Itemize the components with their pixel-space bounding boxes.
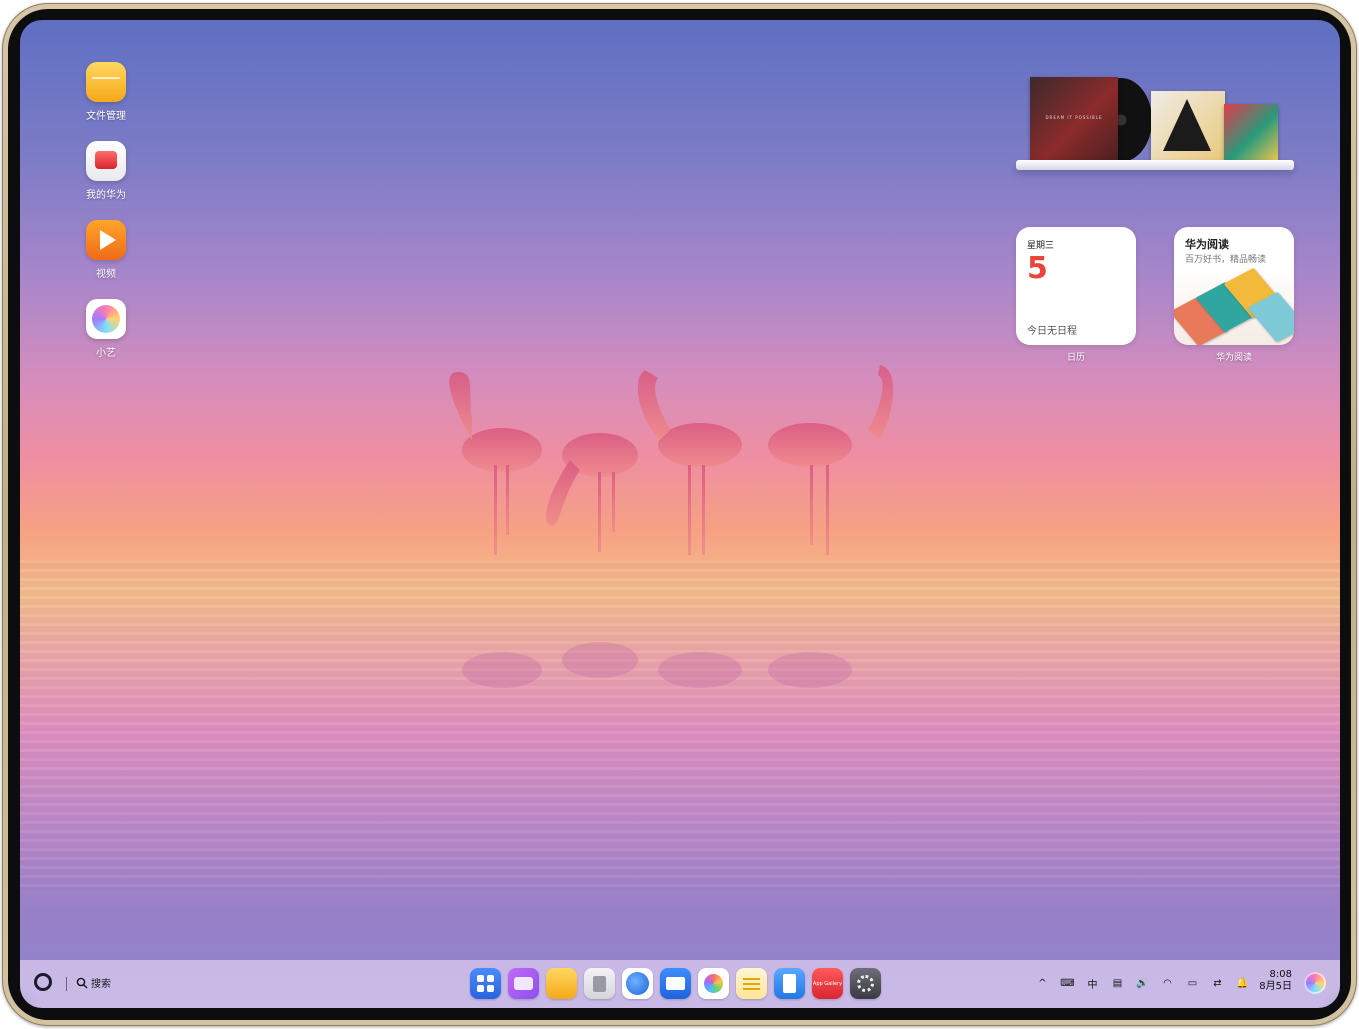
app-label: 视频	[96, 269, 116, 280]
clock-date: 8月5日	[1259, 981, 1292, 992]
multitask-icon[interactable]	[508, 968, 539, 999]
search-label: 搜索	[91, 979, 111, 990]
album-cover-3[interactable]	[1224, 104, 1278, 162]
control-center-icon[interactable]: ⇄	[1210, 978, 1225, 989]
taskbar-divider	[66, 977, 67, 991]
calendar-empty-text: 今日无日程	[1027, 326, 1077, 337]
album-cover-main[interactable]: DREAM IT POSSIBLE	[1030, 77, 1118, 163]
desktop-app-my-huawei[interactable]: 我的华为	[64, 141, 148, 201]
album-cover-2[interactable]	[1151, 91, 1225, 162]
app-label: 文件管理	[86, 111, 126, 122]
wifi-icon[interactable]: ◠	[1160, 978, 1175, 989]
taskbar-area: 搜索 App Gallery ^ ⌨ 中 ▤ 🔊 ◠ ▭ ⇄ 🔔 8:08 8月…	[20, 960, 1340, 1008]
reading-title: 华为阅读	[1185, 238, 1229, 251]
xiaoyi-assistant-icon[interactable]	[1304, 972, 1326, 994]
notes-icon[interactable]	[736, 968, 767, 999]
desktop-app-video[interactable]: 视频	[64, 220, 148, 280]
dock: App Gallery	[470, 968, 881, 1000]
settings-gear-icon[interactable]	[850, 968, 881, 999]
app-gallery-icon[interactable]: App Gallery	[812, 968, 843, 999]
reading-widget-label: 华为阅读	[1215, 353, 1252, 363]
album-title: DREAM IT POSSIBLE	[1045, 115, 1103, 120]
music-widget-shelf	[1016, 160, 1294, 170]
calendar-day: 5	[1027, 251, 1048, 286]
app-gallery-label: App Gallery	[812, 981, 843, 987]
search-button[interactable]: 搜索	[76, 975, 111, 990]
start-menu-icon[interactable]	[470, 968, 501, 999]
calendar-widget-label: 日历	[1066, 353, 1085, 363]
notification-bell-icon[interactable]: 🔔	[1235, 978, 1250, 989]
mail-icon[interactable]	[660, 968, 691, 999]
system-tray: ^ ⌨ 中 ▤ 🔊 ◠ ▭ ⇄ 🔔	[1035, 976, 1250, 991]
taskbar-clock[interactable]: 8:08 8月5日	[1252, 969, 1292, 993]
gallery-icon[interactable]	[698, 968, 729, 999]
input-method-indicator[interactable]: 中	[1085, 976, 1100, 991]
clock-time: 8:08	[1269, 969, 1292, 980]
folder-icon	[86, 62, 126, 102]
reading-subtitle: 百万好书，精品畅读	[1185, 255, 1267, 265]
xiaoyi-orb-icon	[86, 299, 126, 339]
docs-editor-icon[interactable]	[774, 968, 805, 999]
desktop-app-xiaoyi[interactable]: 小艺	[64, 299, 148, 359]
tray-expand-chevron-icon[interactable]: ^	[1035, 978, 1050, 989]
desktop-app-file-manager[interactable]: 文件管理	[64, 62, 148, 122]
browser-icon[interactable]	[622, 968, 653, 999]
trash-bin-icon[interactable]	[584, 968, 615, 999]
search-icon	[76, 977, 88, 988]
video-play-icon	[86, 220, 126, 260]
huawei-box-icon	[86, 141, 126, 181]
volume-icon[interactable]: 🔊	[1135, 978, 1150, 989]
app-label: 我的华为	[86, 190, 126, 201]
calendar-weekday: 星期三	[1027, 241, 1055, 251]
files-folder-icon[interactable]	[546, 968, 577, 999]
calendar-widget[interactable]: 星期三 5 今日无日程	[1016, 227, 1136, 345]
taskbar: 搜索 App Gallery ^ ⌨ 中 ▤ 🔊 ◠ ▭ ⇄ 🔔 8:08 8月…	[20, 960, 1340, 1008]
reading-widget[interactable]: 华为阅读 百万好书，精品畅读	[1174, 227, 1294, 345]
assistant-ring-icon[interactable]	[34, 973, 52, 991]
clipboard-icon[interactable]: ▤	[1110, 978, 1125, 989]
app-label: 小艺	[96, 348, 116, 359]
battery-icon[interactable]: ▭	[1185, 978, 1200, 989]
keyboard-icon[interactable]: ⌨	[1060, 978, 1075, 989]
